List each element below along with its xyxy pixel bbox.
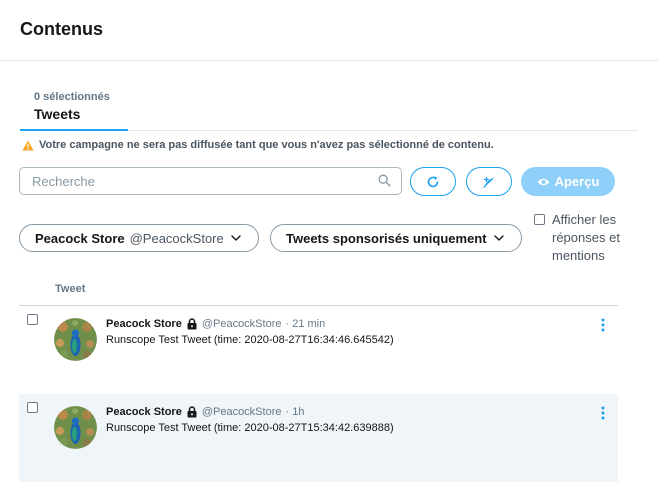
tweet-handle: @PeacockStore bbox=[201, 406, 282, 418]
row-checkbox[interactable] bbox=[27, 314, 38, 325]
compose-tweet-icon bbox=[483, 176, 494, 188]
tweet-author: Peacock Store bbox=[106, 406, 182, 418]
chevron-down-icon bbox=[231, 235, 241, 241]
tab-tweets[interactable]: 0 sélectionnés Tweets bbox=[20, 90, 128, 131]
table-row: Peacock Store @PeacockStore · 1h Runscop… bbox=[19, 394, 618, 482]
account-name: Peacock Store bbox=[35, 230, 125, 246]
compose-tweet-button[interactable] bbox=[466, 167, 512, 196]
tweet-text: Runscope Test Tweet (time: 2020-08-27T16… bbox=[106, 334, 394, 346]
search-icon[interactable] bbox=[378, 174, 391, 187]
preview-button[interactable]: Aperçu bbox=[521, 167, 615, 196]
search-box bbox=[19, 167, 402, 195]
warning-text: Votre campagne ne sera pas diffusée tant… bbox=[39, 139, 494, 151]
tweet-time: · 1h bbox=[285, 406, 305, 418]
table-row: Peacock Store @PeacockStore · 21 min Run… bbox=[19, 306, 618, 394]
warning-triangle-icon bbox=[22, 140, 34, 150]
selected-count: 0 sélectionnés bbox=[34, 91, 110, 103]
preview-label: Aperçu bbox=[554, 174, 600, 189]
refresh-icon bbox=[427, 175, 439, 187]
tweet-handle: @PeacockStore bbox=[201, 318, 282, 330]
more-options-icon[interactable] bbox=[600, 318, 606, 332]
tweet-header: Peacock Store @PeacockStore · 1h bbox=[106, 406, 304, 418]
tweet-time: · 21 min bbox=[285, 318, 326, 330]
avatar bbox=[54, 318, 97, 361]
tab-divider bbox=[128, 130, 638, 131]
tweet-author: Peacock Store bbox=[106, 318, 182, 330]
avatar bbox=[54, 406, 97, 449]
search-input[interactable] bbox=[20, 168, 370, 194]
eye-icon bbox=[537, 178, 550, 185]
more-options-icon[interactable] bbox=[600, 406, 606, 420]
warning-message: Votre campagne ne sera pas diffusée tant… bbox=[22, 139, 494, 151]
peacock-avatar-image bbox=[54, 318, 97, 361]
tweet-header: Peacock Store @PeacockStore · 21 min bbox=[106, 318, 325, 330]
chevron-down-icon bbox=[493, 235, 504, 241]
row-checkbox[interactable] bbox=[27, 402, 38, 413]
account-handle: @PeacockStore bbox=[129, 230, 224, 246]
column-header-tweet: Tweet bbox=[55, 283, 86, 295]
page-title: Contenus bbox=[20, 19, 103, 39]
account-filter-dropdown[interactable]: Peacock Store @PeacockStore bbox=[19, 224, 259, 252]
lock-icon bbox=[187, 318, 197, 330]
show-replies-checkbox[interactable] bbox=[534, 214, 545, 225]
lock-icon bbox=[187, 406, 197, 418]
tweet-type-dropdown[interactable]: Tweets sponsorisés uniquement bbox=[270, 224, 522, 252]
tweet-text: Runscope Test Tweet (time: 2020-08-27T15… bbox=[106, 422, 394, 434]
show-replies-label: Afficher les réponses et mentions bbox=[552, 212, 620, 263]
tab-label: Tweets bbox=[34, 106, 81, 122]
peacock-avatar-image bbox=[54, 406, 97, 449]
refresh-button[interactable] bbox=[410, 167, 456, 196]
page-header: Contenus bbox=[0, 0, 658, 61]
tweet-type-label: Tweets sponsorisés uniquement bbox=[286, 230, 487, 246]
